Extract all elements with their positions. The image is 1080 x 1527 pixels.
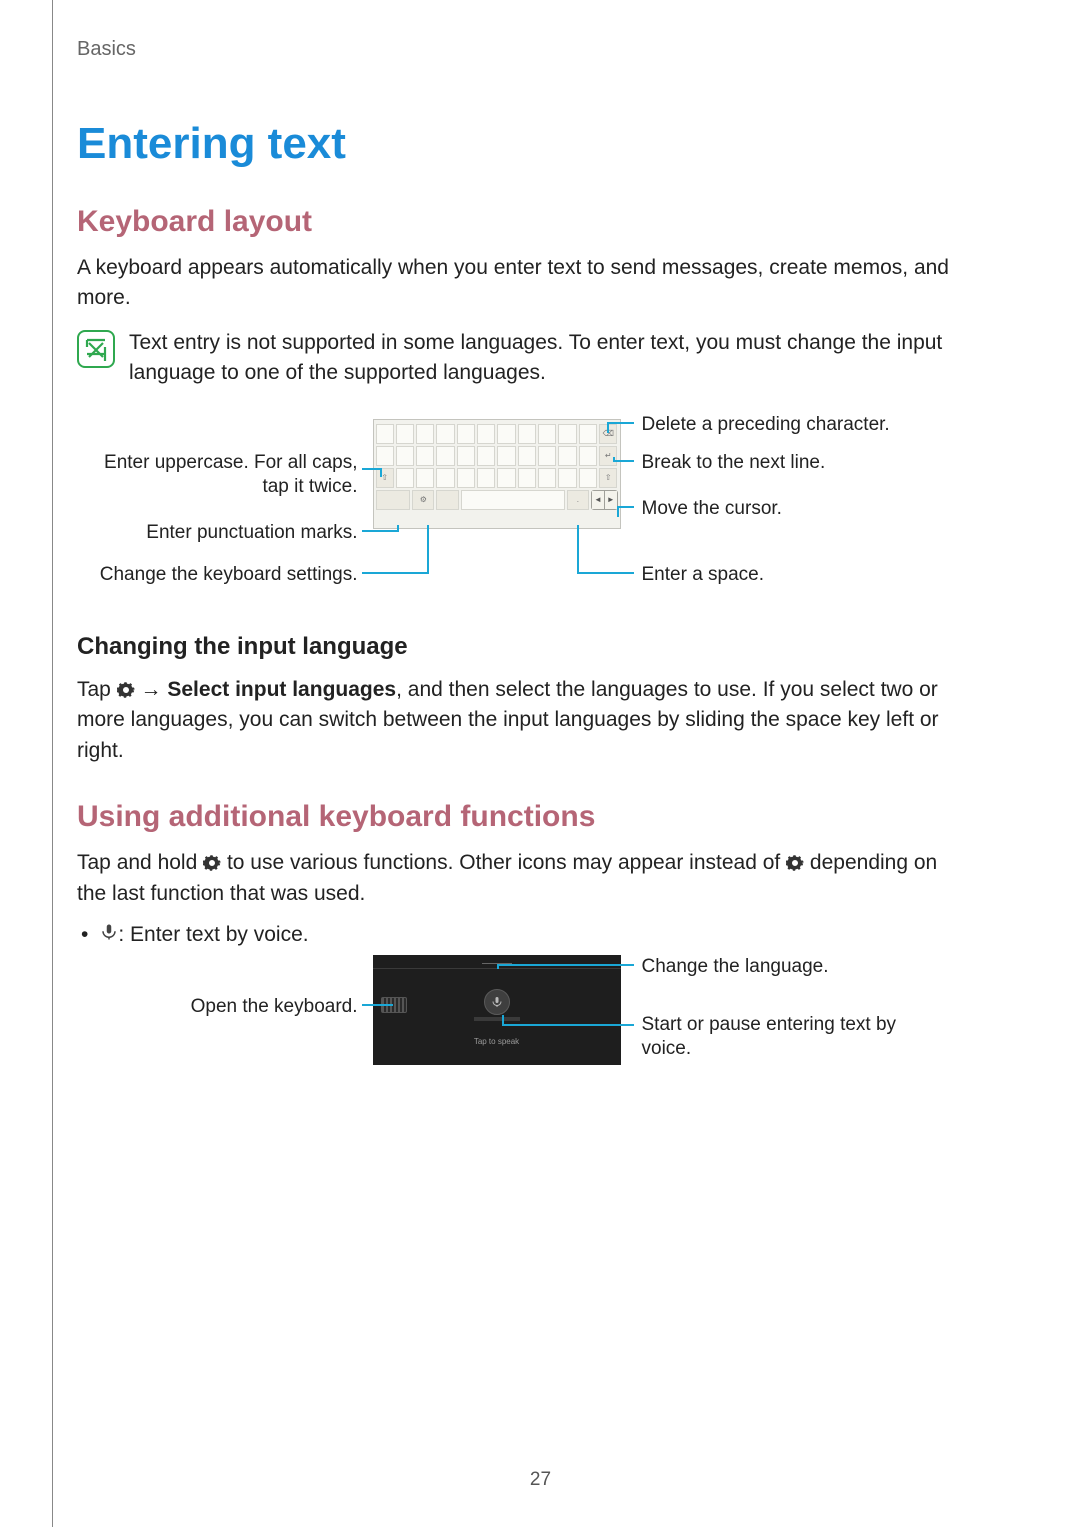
gear-icon <box>203 851 221 869</box>
intro-paragraph: A keyboard appears automatically when yo… <box>77 253 968 314</box>
shift-key-left: ⇧ <box>376 468 394 488</box>
keyboard-image: ⌫ ↵ ⇧ ⇧ ⚙ . ◄► <box>373 419 621 529</box>
gear-icon <box>117 678 135 696</box>
language-indicator <box>482 958 512 964</box>
label-break: Break to the next line. <box>642 451 826 475</box>
enter-key: ↵ <box>599 446 617 466</box>
section-additional-functions: Using additional keyboard functions <box>77 800 968 834</box>
label-settings: Change the keyboard settings. <box>98 563 358 587</box>
open-keyboard-icon <box>381 997 407 1013</box>
gear-icon <box>786 851 804 869</box>
shift-key-right: ⇧ <box>599 468 617 488</box>
section-keyboard-layout: Keyboard layout <box>77 205 968 239</box>
bold-select-input-languages: Select input languages <box>167 678 396 701</box>
label-uppercase: Enter uppercase. For all caps,tap it twi… <box>98 451 358 499</box>
note-icon <box>77 330 115 368</box>
subheading-changing-language: Changing the input language <box>77 633 968 661</box>
note-block: Text entry is not supported in some lang… <box>77 328 968 389</box>
label-start-pause-voice: Start or pause entering text by voice. <box>642 1013 932 1061</box>
additional-functions-paragraph: Tap and hold to use various functions. O… <box>77 848 968 909</box>
settings-key: ⚙ <box>412 490 434 510</box>
page-title: Entering text <box>77 119 968 169</box>
bullet-dot: • <box>81 923 88 947</box>
breadcrumb: Basics <box>77 38 968 61</box>
microphone-icon <box>100 923 118 941</box>
tap-to-speak-label: Tap to speak <box>373 1037 621 1046</box>
page-number: 27 <box>53 1469 1028 1491</box>
label-space: Enter a space. <box>642 563 765 587</box>
voice-input-image: Tap to speak <box>373 955 621 1065</box>
keyboard-diagram: ⌫ ↵ ⇧ ⇧ ⚙ . ◄► <box>98 413 948 603</box>
microphone-button <box>484 989 510 1015</box>
label-open-keyboard: Open the keyboard. <box>98 995 358 1019</box>
voice-input-diagram: Tap to speak Open the keyboard. Change t… <box>98 955 948 1075</box>
backspace-key: ⌫ <box>599 424 617 444</box>
cursor-keys: ◄► <box>591 490 617 510</box>
bullet-voice-entry: • : Enter text by voice. <box>77 923 968 947</box>
label-change-language: Change the language. <box>642 955 829 979</box>
label-punctuation: Enter punctuation marks. <box>98 521 358 545</box>
label-cursor: Move the cursor. <box>642 497 782 521</box>
label-delete: Delete a preceding character. <box>642 413 890 437</box>
space-key <box>461 490 565 510</box>
changing-language-paragraph: Tap → Select input languages, and then s… <box>77 675 968 766</box>
note-text: Text entry is not supported in some lang… <box>129 328 968 389</box>
